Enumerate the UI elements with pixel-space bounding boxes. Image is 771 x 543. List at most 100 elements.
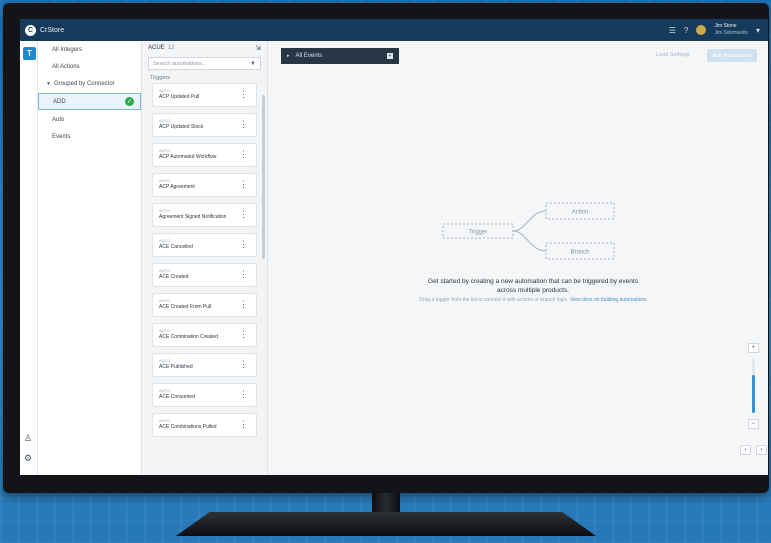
card-title: ACE Published	[159, 364, 193, 370]
empty-state-subtitle: Drag a trigger from the list to connect …	[418, 297, 648, 304]
gear-icon[interactable]: ⚙	[24, 453, 32, 464]
card-title: ACE Combinations Pulled	[159, 424, 217, 430]
kebab-menu-icon[interactable]: ⋮	[239, 329, 248, 339]
card-title: ACP Updated Stock	[159, 124, 204, 130]
app-screen: C CrStore ☰ ? Jim Stone Jim Sdomwelts ▾ …	[20, 19, 768, 475]
automation-card[interactable]: AUTO ACP Updated Stock ⋮	[152, 113, 257, 137]
nav-item-all-actions[interactable]: All Actions	[38, 58, 141, 75]
automation-card[interactable]: AUTO ACP Agreement ⋮	[152, 173, 257, 197]
kebab-menu-icon[interactable]: ⋮	[239, 149, 248, 159]
connector-line-bottom	[512, 230, 547, 252]
user-info[interactable]: Jim Stone Jim Sdomwelts	[714, 23, 748, 37]
kebab-menu-icon[interactable]: ⋮	[239, 119, 248, 129]
automation-card[interactable]: AUTO ACE Cancelled ⋮	[152, 233, 257, 257]
load-settings-link[interactable]: Load Settings	[656, 52, 690, 58]
card-type: AUTO	[159, 208, 171, 213]
left-sidebar: T ♙ ⚙ All Integers All Actions ▼ Grouped…	[20, 41, 142, 475]
search-input[interactable]: Search automations... ▼	[148, 57, 261, 70]
zoom-slider-fill	[752, 375, 755, 413]
nav-group-connector[interactable]: ▼ Grouped by Connector	[38, 75, 141, 92]
kebab-menu-icon[interactable]: ⋮	[239, 209, 248, 219]
section-label: Triggers	[150, 75, 170, 81]
card-type: AUTO	[159, 238, 171, 243]
card-title: ACP Automated Workflow	[159, 154, 217, 160]
app-logo[interactable]: C CrStore	[25, 24, 65, 36]
nav-list: All Integers All Actions ▼ Grouped by Co…	[38, 41, 141, 145]
collapse-icon[interactable]: ⇲	[255, 44, 261, 52]
check-icon: ✓	[125, 97, 134, 106]
top-bar: C CrStore ☰ ? Jim Stone Jim Sdomwelts ▾	[20, 19, 768, 41]
nav-item-all-integers[interactable]: All Integers	[38, 41, 141, 58]
automation-card[interactable]: AUTO ACP Automated Workflow ⋮	[152, 143, 257, 167]
zoom-out-button[interactable]: −	[748, 419, 759, 429]
kebab-menu-icon[interactable]: ⋮	[239, 179, 248, 189]
users-icon[interactable]: ♙	[24, 433, 32, 444]
empty-state-title: Get started by creating a new automation…	[428, 278, 638, 294]
zoom-slider[interactable]	[752, 359, 755, 413]
docs-link[interactable]: View docs on building automations	[570, 297, 647, 303]
app-name: CrStore	[40, 26, 65, 34]
connector-line-top	[512, 210, 547, 232]
kebab-menu-icon[interactable]: ⋮	[239, 89, 248, 99]
logo-icon: C	[25, 24, 36, 36]
kebab-menu-icon[interactable]: ⋮	[239, 269, 248, 279]
automation-list-panel: ACUE 12 ⇲ Search automations... ▼ Trigge…	[142, 41, 268, 475]
nav-item-label: All Integers	[52, 46, 83, 53]
nav-item-label: Events	[52, 133, 71, 140]
panel-count: 12	[167, 45, 175, 51]
brand-icon[interactable]: T	[23, 47, 36, 60]
menu-icon[interactable]: ☰	[669, 26, 676, 35]
card-type: AUTO	[159, 88, 171, 93]
scrollbar[interactable]	[262, 95, 265, 259]
card-list: AUTO ACP Updated Pull ⋮ AUTO ACP Updated Sto…	[142, 83, 267, 437]
automation-card[interactable]: AUTO ACP Updated Pull ⋮	[152, 83, 257, 107]
card-type: AUTO	[159, 298, 171, 303]
panel-title: ACUE	[148, 45, 165, 51]
card-type: AUTO	[159, 178, 171, 183]
automation-card[interactable]: AUTO ACE Combination Created ⋮	[152, 323, 257, 347]
card-title: ACE Created From Pull	[159, 304, 212, 310]
filter-icon[interactable]: ▼	[250, 61, 256, 67]
card-title: ACE Combination Created	[159, 334, 218, 340]
kebab-menu-icon[interactable]: ⋮	[239, 239, 248, 249]
main-canvas: ▸ All Events + Load Settings Add Automat…	[268, 41, 768, 475]
event-dropdown[interactable]: ▸ All Events +	[281, 48, 399, 64]
automation-card[interactable]: AUTO ACE Published ⋮	[152, 353, 257, 377]
top-bar-actions: ☰ ? Jim Stone Jim Sdomwelts ▾	[669, 23, 760, 37]
dropdown-label: All Events	[295, 53, 323, 59]
nav-item-label: Grouped by Connector	[53, 80, 115, 87]
user-org: Jim Sdomwelts	[714, 30, 748, 36]
nav-item-label: All Actions	[52, 63, 80, 70]
nav-item-add[interactable]: ADD ✓	[38, 93, 141, 110]
kebab-menu-icon[interactable]: ⋮	[239, 419, 248, 429]
add-automation-button[interactable]: Add Automation	[707, 49, 757, 62]
pan-right-button[interactable]: ›	[756, 445, 767, 455]
search-placeholder: Search automations...	[153, 60, 207, 67]
automation-card[interactable]: AUTO ACE Created ⋮	[152, 263, 257, 287]
chevron-down-icon[interactable]: ▾	[756, 26, 760, 35]
action-node-label: Action	[572, 210, 589, 216]
card-title: ACE Cancelled	[159, 244, 193, 250]
kebab-menu-icon[interactable]: ⋮	[239, 359, 248, 369]
card-type: AUTO	[159, 118, 171, 123]
automation-card[interactable]: AUTO ACE Created From Pull ⋮	[152, 293, 257, 317]
flow-illustration: Trigger Action Branch	[442, 202, 615, 260]
trigger-node-label: Trigger	[469, 230, 488, 236]
expand-icon[interactable]: +	[387, 53, 393, 59]
pan-left-button[interactable]: ‹	[740, 445, 751, 455]
avatar[interactable]	[696, 25, 707, 35]
automation-card[interactable]: AUTO ACE Consumed ⋮	[152, 383, 257, 407]
nav-item-events[interactable]: Events	[38, 128, 141, 145]
kebab-menu-icon[interactable]: ⋮	[239, 299, 248, 309]
user-name: Jim Stone	[714, 23, 737, 29]
nav-item-auto[interactable]: Auto	[38, 111, 141, 128]
automation-card[interactable]: AUTO Agreement Signed Notification ⋮	[152, 203, 257, 227]
automation-card[interactable]: AUTO ACE Combinations Pulled ⋮	[152, 413, 257, 437]
kebab-menu-icon[interactable]: ⋮	[239, 389, 248, 399]
monitor-stand-base	[176, 512, 596, 536]
card-title: ACP Updated Pull	[159, 94, 200, 100]
caret-down-icon: ▼	[46, 80, 51, 87]
help-icon[interactable]: ?	[684, 26, 688, 35]
zoom-in-button[interactable]: +	[748, 343, 759, 353]
icon-rail: T ♙ ⚙	[20, 41, 38, 475]
